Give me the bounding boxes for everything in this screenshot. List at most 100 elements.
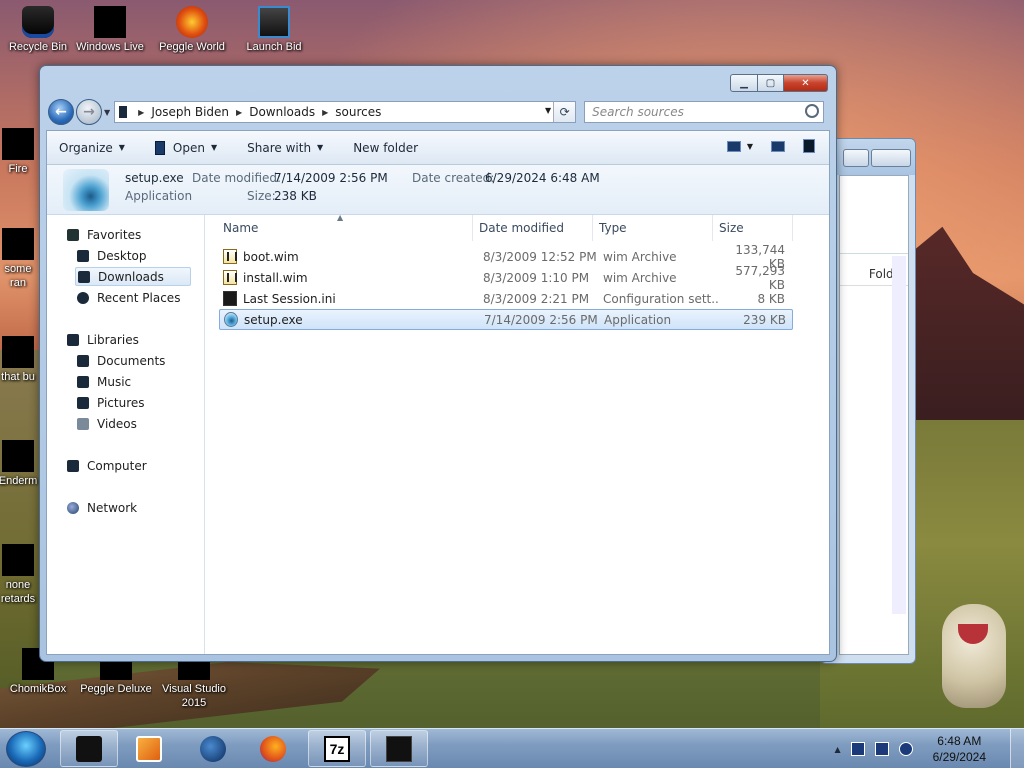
firefox-icon bbox=[260, 735, 286, 762]
redacted-icon bbox=[2, 128, 34, 160]
column-header-type[interactable]: Type bbox=[593, 215, 713, 241]
column-header-date-modified[interactable]: Date modified bbox=[473, 215, 593, 241]
maximize-button[interactable]: ▢ bbox=[758, 74, 784, 92]
desktop-icon-windows-live[interactable]: Windows Live bbox=[74, 6, 146, 54]
taskbar-globe[interactable] bbox=[184, 730, 242, 767]
file-row-setup-exe[interactable]: setup.exe 7/14/2009 2:56 PM Application … bbox=[219, 309, 793, 330]
nav-recent-places[interactable]: Recent Places bbox=[77, 288, 180, 307]
forward-button[interactable]: → bbox=[76, 99, 102, 125]
breadcrumb-item-joseph-biden[interactable]: Joseph Biden bbox=[151, 105, 229, 119]
help-icon[interactable] bbox=[803, 139, 815, 153]
nav-desktop[interactable]: Desktop bbox=[77, 246, 147, 265]
scrollbar[interactable] bbox=[892, 256, 906, 614]
desktop-icon-label: Launch Bid bbox=[246, 41, 302, 53]
recent-places-icon bbox=[77, 291, 89, 304]
nav-music[interactable]: Music bbox=[77, 372, 131, 391]
close-button[interactable]: ✕ bbox=[784, 74, 828, 92]
file-name-cell: Last Session.ini bbox=[219, 291, 479, 306]
file-row-install-wim[interactable]: install.wim 8/3/2009 1:10 PM wim Archive… bbox=[219, 264, 793, 292]
file-name-cell: boot.wim bbox=[219, 249, 479, 264]
nav-downloads[interactable]: Downloads bbox=[75, 267, 191, 286]
taskbar-7zip[interactable]: 7z bbox=[308, 730, 366, 767]
desktop-icon-peggle-world[interactable]: Peggle World bbox=[156, 6, 228, 54]
show-desktop-button[interactable] bbox=[1010, 729, 1024, 768]
taskbar-firefox[interactable] bbox=[244, 730, 302, 767]
app-icon bbox=[154, 140, 165, 155]
chevron-right-icon[interactable]: ▶ bbox=[138, 108, 144, 117]
sort-ascending-icon: ▲ bbox=[337, 213, 344, 222]
file-date: 7/14/2009 2:56 PM bbox=[484, 312, 598, 327]
desktop-icon-label: Peggle World bbox=[159, 41, 225, 53]
taskbar-explorer[interactable] bbox=[60, 730, 118, 767]
breadcrumb-item-sources[interactable]: sources bbox=[335, 105, 381, 119]
nav-favorites[interactable]: Favorites bbox=[67, 225, 141, 244]
chevron-right-icon[interactable]: ▶ bbox=[322, 108, 328, 117]
redacted-icon bbox=[2, 336, 34, 368]
close-button[interactable] bbox=[871, 149, 911, 167]
minimize-button[interactable]: ▁ bbox=[730, 74, 758, 92]
nav-label: Favorites bbox=[87, 227, 142, 242]
back-button[interactable]: ← bbox=[48, 99, 74, 125]
nav-network[interactable]: Network bbox=[67, 498, 137, 517]
column-header-name[interactable]: ▲ Name bbox=[217, 213, 473, 241]
videos-icon bbox=[77, 417, 89, 430]
breadcrumb-item-downloads[interactable]: Downloads bbox=[249, 105, 315, 119]
nav-pictures[interactable]: Pictures bbox=[77, 393, 145, 412]
open-button[interactable]: Open ▼ bbox=[154, 140, 217, 155]
search-box[interactable]: Search sources bbox=[584, 101, 825, 123]
share-with-button[interactable]: Share with ▼ bbox=[247, 141, 323, 155]
nav-label: Videos bbox=[97, 416, 137, 431]
details-pane: setup.exe Application Date modified: 7/1… bbox=[47, 165, 829, 215]
music-icon bbox=[77, 375, 89, 388]
recycle-bin-icon bbox=[22, 6, 54, 38]
nav-documents[interactable]: Documents bbox=[77, 351, 165, 370]
address-bar[interactable]: ▶ Joseph Biden ▶ Downloads ▶ sources ▼ ⟳ bbox=[114, 101, 577, 123]
details-size-label: Size: bbox=[247, 189, 276, 203]
file-row-boot-wim[interactable]: boot.wim 8/3/2009 12:52 PM wim Archive 1… bbox=[219, 243, 793, 271]
search-icon[interactable] bbox=[805, 104, 820, 118]
details-file-type: Application bbox=[125, 189, 193, 203]
nav-computer[interactable]: Computer bbox=[67, 456, 147, 475]
volume-tray-icon[interactable] bbox=[898, 742, 913, 756]
desktop-icon-recycle-bin[interactable]: Recycle Bin bbox=[2, 6, 74, 54]
new-folder-button[interactable]: New folder bbox=[353, 141, 418, 155]
chevron-right-icon[interactable]: ▶ bbox=[236, 108, 242, 117]
maximize-button[interactable] bbox=[843, 149, 869, 167]
nav-libraries[interactable]: Libraries bbox=[67, 330, 139, 349]
taskbar-media-player[interactable] bbox=[120, 730, 178, 767]
clock-time: 6:48 AM bbox=[937, 734, 982, 748]
desktop-icon-label: Windows Live bbox=[76, 41, 144, 53]
start-button[interactable] bbox=[6, 731, 46, 767]
nav-label: Documents bbox=[97, 353, 166, 368]
desktop-icon-label: Visual Studio bbox=[161, 683, 226, 695]
chevron-down-icon: ▼ bbox=[317, 143, 324, 152]
explorer-window[interactable]: ▁ ▢ ✕ ← → ▼ ▶ Joseph Biden ▶ Downloads ▶… bbox=[39, 65, 837, 662]
tray-app-icon[interactable] bbox=[850, 742, 865, 756]
show-hidden-icons-button[interactable]: ▲ bbox=[834, 745, 840, 754]
change-view-icon[interactable] bbox=[726, 140, 741, 152]
address-history-dropdown[interactable]: ▼ bbox=[545, 106, 551, 115]
file-row-last-session-ini[interactable]: Last Session.ini 8/3/2009 2:21 PM Config… bbox=[219, 288, 793, 309]
recent-pages-dropdown[interactable]: ▼ bbox=[104, 108, 110, 117]
organize-button[interactable]: Organize ▼ bbox=[59, 141, 125, 155]
preview-pane-icon[interactable] bbox=[771, 140, 785, 152]
nav-label: Computer bbox=[87, 458, 147, 473]
details-date-modified-label: Date modified: bbox=[192, 171, 282, 185]
file-type: Application bbox=[604, 312, 672, 327]
desktop-icon-launch[interactable]: Launch Bid bbox=[238, 6, 310, 54]
desktop-icon-label: Recycle Bin bbox=[8, 41, 68, 53]
column-header-size[interactable]: Size bbox=[713, 215, 793, 241]
file-size: 239 KB bbox=[743, 312, 786, 327]
nav-videos[interactable]: Videos bbox=[77, 414, 137, 433]
view-dropdown-icon[interactable]: ▼ bbox=[747, 142, 753, 151]
refresh-button[interactable]: ⟳ bbox=[553, 102, 576, 122]
details-file-name: setup.exe bbox=[125, 171, 184, 185]
organize-label: Organize bbox=[59, 140, 113, 155]
address-bar[interactable] bbox=[840, 230, 908, 254]
clock[interactable]: 6:48 AM 6/29/2024 bbox=[933, 733, 986, 765]
column-headers: ▲ Name Date modified Type Size bbox=[217, 213, 829, 241]
desktop-pet-creature[interactable] bbox=[942, 604, 1006, 708]
file-name-cell: setup.exe bbox=[220, 312, 480, 327]
network-tray-icon[interactable] bbox=[874, 742, 889, 756]
taskbar-terminal[interactable] bbox=[370, 730, 428, 767]
